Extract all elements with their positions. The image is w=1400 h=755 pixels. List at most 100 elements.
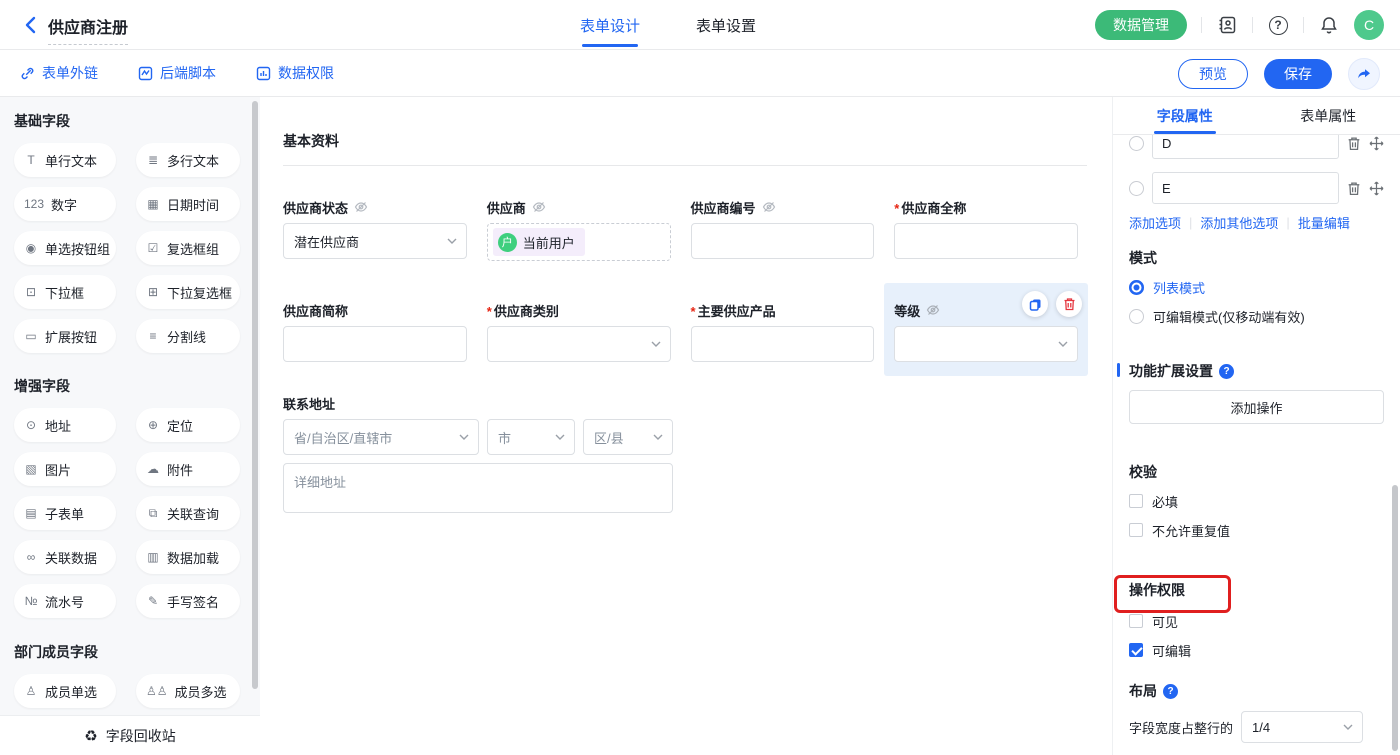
sidebar-scrollbar[interactable]	[252, 101, 258, 689]
option-value-input[interactable]	[1152, 172, 1339, 204]
save-button[interactable]: 保存	[1264, 59, 1332, 89]
option-row	[1129, 172, 1384, 204]
field-type-pill[interactable]: ◉ 单选按钮组	[14, 231, 116, 265]
district-select[interactable]: 区/县	[583, 419, 673, 455]
option-value-input[interactable]	[1152, 135, 1339, 159]
field-width-select[interactable]: 1/4	[1241, 711, 1363, 743]
field-main-products[interactable]: 主要供应产品	[681, 283, 885, 376]
field-type-pill[interactable]: 123 数字	[14, 187, 116, 221]
option-radio[interactable]	[1129, 181, 1144, 196]
tab-form-settings[interactable]: 表单设置	[696, 0, 756, 50]
editable-check-row[interactable]: 可编辑	[1129, 640, 1384, 660]
add-other-option-link[interactable]: 添加其他选项	[1200, 213, 1278, 232]
field-type-pill[interactable]: ⊡ 下拉框	[14, 275, 116, 309]
field-type-pill[interactable]: ▦ 日期时间	[136, 187, 240, 221]
field-recycle-bin[interactable]: ♻ 字段回收站	[0, 715, 260, 755]
field-type-pill[interactable]: ☑ 复选框组	[136, 231, 240, 265]
field-type-pill[interactable]: ▭ 扩展按钮	[14, 319, 116, 353]
field-type-label: 地址	[45, 416, 71, 435]
supplier-user-box[interactable]: 户 当前用户	[487, 223, 671, 261]
chevron-down-icon	[1058, 341, 1068, 348]
field-type-pill[interactable]: ☁ 附件	[136, 452, 240, 486]
field-type-pill[interactable]: ▥ 数据加载	[136, 540, 240, 574]
delete-field-button[interactable]	[1056, 291, 1082, 317]
supplier-fullname-input[interactable]	[894, 223, 1078, 259]
city-select[interactable]: 市	[487, 419, 575, 455]
add-option-link[interactable]: 添加选项	[1129, 213, 1181, 232]
checkbox-checked-icon	[1129, 643, 1143, 657]
divider	[1201, 17, 1202, 33]
field-contact-address[interactable]: 联系地址 省/自治区/直辖市 市 区/县	[273, 376, 1088, 518]
batch-edit-link[interactable]: 批量编辑	[1298, 213, 1350, 232]
recycle-icon: ♻	[84, 727, 97, 745]
panel-scrollbar[interactable]	[1392, 485, 1398, 751]
external-link-button[interactable]: 表单外链	[20, 63, 98, 83]
field-supplier-code[interactable]: 供应商编号	[681, 180, 885, 273]
drag-option-icon[interactable]	[1369, 181, 1384, 196]
data-manage-button[interactable]: 数据管理	[1095, 10, 1187, 40]
user-avatar[interactable]: C	[1354, 10, 1384, 40]
supplier-status-select[interactable]: 潜在供应商	[283, 223, 467, 259]
field-grade-selected[interactable]: 等级	[884, 283, 1088, 376]
mode-list-radio-row[interactable]: 列表模式	[1129, 277, 1384, 297]
help-badge-icon[interactable]: ?	[1219, 364, 1234, 379]
field-type-pill[interactable]: ▤ 子表单	[14, 496, 116, 530]
field-type-label: 手写签名	[167, 592, 219, 611]
tab-field-properties[interactable]: 字段属性	[1113, 97, 1257, 134]
main-products-input[interactable]	[691, 326, 875, 362]
field-type-label: 流水号	[45, 592, 84, 611]
field-type-pill[interactable]: ⊕ 定位	[136, 408, 240, 442]
delete-option-icon[interactable]	[1347, 181, 1361, 196]
field-supplier[interactable]: 供应商 户 当前用户	[477, 180, 681, 275]
share-button[interactable]	[1348, 58, 1380, 90]
field-type-pill[interactable]: ♙♙ 成员多选	[136, 674, 240, 708]
data-permission-button[interactable]: 数据权限	[256, 63, 334, 83]
field-supplier-category[interactable]: 供应商类别	[477, 283, 681, 376]
drag-option-icon[interactable]	[1369, 136, 1384, 151]
chevron-down-icon	[653, 434, 663, 441]
no-duplicate-check-row[interactable]: 不允许重复值	[1129, 520, 1384, 540]
mode-editable-radio-row[interactable]: 可编辑模式(仅移动端有效)	[1129, 306, 1384, 326]
help-icon[interactable]: ?	[1267, 14, 1289, 36]
visible-check-row[interactable]: 可见	[1129, 611, 1384, 631]
field-type-pill[interactable]: ♙ 成员单选	[14, 674, 116, 708]
field-type-pill[interactable]: № 流水号	[14, 584, 116, 618]
grade-select[interactable]	[894, 326, 1078, 362]
supplier-category-select[interactable]	[487, 326, 671, 362]
field-supplier-fullname[interactable]: 供应商全称	[884, 180, 1088, 273]
field-supplier-shortname[interactable]: 供应商简称	[273, 283, 477, 376]
field-type-pill[interactable]: ⊙ 地址	[14, 408, 116, 442]
field-type-pill[interactable]: ∞ 关联数据	[14, 540, 116, 574]
tab-form-design[interactable]: 表单设计	[580, 0, 640, 50]
help-badge-icon[interactable]: ?	[1163, 684, 1178, 699]
field-type-pill[interactable]: ▧ 图片	[14, 452, 116, 486]
field-supplier-status[interactable]: 供应商状态 潜在供应商	[273, 180, 477, 273]
user-tag-avatar: 户	[498, 233, 517, 252]
preview-button[interactable]: 预览	[1178, 59, 1248, 89]
supplier-code-input[interactable]	[691, 223, 875, 259]
field-type-label: 子表单	[45, 504, 84, 523]
detail-address-textarea[interactable]	[283, 463, 673, 513]
field-type-pill[interactable]: ✎ 手写签名	[136, 584, 240, 618]
tab-form-properties[interactable]: 表单属性	[1257, 97, 1400, 134]
copy-icon	[1029, 298, 1042, 311]
field-type-pill[interactable]: ≣ 多行文本	[136, 143, 240, 177]
option-radio[interactable]	[1129, 136, 1144, 151]
delete-option-icon[interactable]	[1347, 136, 1361, 151]
notifications-icon[interactable]	[1318, 14, 1340, 36]
mode-section-title: 模式	[1129, 248, 1384, 268]
required-check-row[interactable]: 必填	[1129, 491, 1384, 511]
add-operation-button[interactable]: 添加操作	[1129, 390, 1384, 424]
field-type-pill[interactable]: ≡ 分割线	[136, 319, 240, 353]
back-icon[interactable]	[20, 14, 42, 36]
contacts-icon[interactable]	[1216, 14, 1238, 36]
copy-field-button[interactable]	[1022, 291, 1048, 317]
province-select[interactable]: 省/自治区/直辖市	[283, 419, 479, 455]
field-type-pill[interactable]: ⊞ 下拉复选框	[136, 275, 240, 309]
supplier-shortname-input[interactable]	[283, 326, 467, 362]
field-type-pill[interactable]: T 单行文本	[14, 143, 116, 177]
field-type-pill[interactable]: ⧉ 关联查询	[136, 496, 240, 530]
canvas-section-title[interactable]: 基本资料	[283, 131, 1088, 151]
form-title[interactable]: 供应商注册	[48, 14, 128, 45]
backend-script-button[interactable]: 后端脚本	[138, 63, 216, 83]
